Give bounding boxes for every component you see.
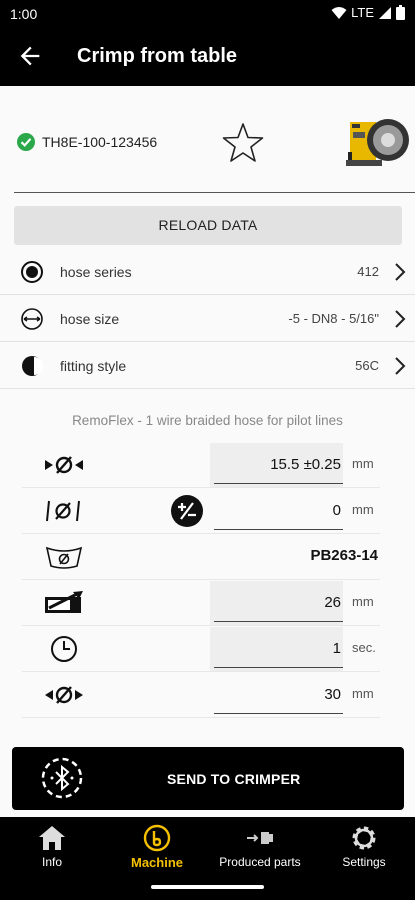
correction-value: 0: [332, 502, 341, 519]
produced-parts-icon: [247, 832, 273, 844]
nav-settings[interactable]: Settings: [332, 817, 396, 877]
send-to-crimper-button[interactable]: SEND TO CRIMPER: [12, 747, 404, 810]
reload-data-button[interactable]: RELOAD DATA: [14, 206, 402, 245]
back-arrow-icon[interactable]: [16, 42, 44, 70]
open-diameter-icon: [45, 686, 83, 704]
main-content: TH8E-100-123456 RELOAD DATA hose series …: [0, 86, 415, 817]
selector-hose-series[interactable]: hose series 412: [0, 248, 415, 295]
app-bar: Crimp from table: [0, 28, 415, 86]
insertion-depth-value: 26: [324, 594, 341, 611]
nav-machine[interactable]: Machine: [120, 817, 194, 877]
crimp-diameter-value: 15.5 ±0.25: [270, 456, 341, 473]
unit-label: mm: [352, 456, 374, 471]
selector-label: fitting style: [60, 358, 127, 374]
gesture-bar[interactable]: [151, 885, 264, 889]
bluetooth-icon: [41, 757, 83, 799]
insertion-depth-icon: [45, 591, 83, 613]
fitting-style-icon: [22, 356, 43, 376]
field-underline: [214, 713, 343, 714]
plus-minus-icon[interactable]: [171, 495, 203, 527]
header-divider: [14, 192, 415, 193]
page-title: Crimp from table: [77, 45, 238, 67]
network-label: LTE: [351, 5, 374, 20]
correction-icon: [46, 500, 80, 522]
chevron-right-icon: [395, 310, 406, 328]
param-insertion-depth: 26 mm: [22, 580, 380, 626]
selector-hose-size[interactable]: hose size -5 - DN8 - 5/16": [0, 295, 415, 342]
insertion-depth-field[interactable]: 26: [210, 581, 343, 625]
machine-icon: [143, 824, 171, 852]
device-row: TH8E-100-123456: [0, 86, 415, 194]
die-set-icon: [45, 546, 83, 569]
param-crimp-diameter: 15.5 ±0.25 mm: [22, 442, 380, 488]
nav-label: Info: [41, 855, 62, 869]
nav-label: Machine: [130, 855, 183, 870]
unit-label: mm: [352, 686, 374, 701]
selector-label: hose series: [60, 264, 132, 280]
clock-icon: [51, 636, 77, 662]
param-correction: 0 mm: [22, 488, 380, 534]
field-underline: [214, 483, 343, 484]
hose-description: RemoFlex - 1 wire braided hose for pilot…: [72, 413, 343, 428]
signal-icon: [379, 6, 391, 19]
correction-field[interactable]: 0: [210, 489, 343, 533]
battery-icon: [396, 5, 405, 20]
nav-produced-parts[interactable]: Produced parts: [212, 817, 308, 877]
device-serial: TH8E-100-123456: [42, 134, 158, 150]
chevron-right-icon: [395, 263, 406, 281]
connected-check-icon: [17, 133, 35, 151]
home-icon: [39, 826, 65, 850]
unit-label: mm: [352, 594, 374, 609]
open-diameter-value: 30: [324, 686, 341, 703]
param-time: 1 sec.: [22, 626, 380, 672]
gear-icon: [352, 826, 376, 850]
chevron-right-icon: [395, 357, 406, 375]
selector-fitting-style[interactable]: fitting style 56C: [0, 342, 415, 389]
status-time: 1:00: [10, 6, 38, 22]
status-bar: 1:00 LTE: [0, 0, 415, 28]
field-underline: [214, 529, 343, 530]
crimp-diameter-field[interactable]: 15.5 ±0.25: [210, 443, 343, 487]
hose-series-icon: [21, 261, 43, 283]
selector-value: 56C: [355, 358, 379, 373]
time-field[interactable]: 1: [210, 627, 343, 671]
hose-size-icon: [21, 308, 43, 330]
nav-info[interactable]: Info: [22, 817, 82, 877]
selector-label: hose size: [60, 311, 120, 327]
field-underline: [214, 621, 343, 622]
crimp-diameter-icon: [45, 456, 83, 474]
field-underline: [214, 667, 343, 668]
status-icons: LTE: [331, 5, 405, 20]
unit-label: sec.: [352, 640, 376, 655]
selector-value: -5 - DN8 - 5/16": [288, 311, 379, 326]
bottom-navigation: Info Machine Produced parts Settings: [0, 817, 415, 900]
open-diameter-field[interactable]: 30: [210, 673, 343, 717]
time-value: 1: [332, 640, 341, 657]
param-open-diameter: 30 mm: [22, 672, 380, 718]
wifi-icon: [331, 6, 347, 19]
param-die-set: PB263-14: [22, 534, 380, 580]
nav-label: Produced parts: [219, 855, 301, 869]
die-set-value: PB263-14: [310, 547, 378, 564]
crimper-machine-icon: [346, 119, 409, 166]
send-label: SEND TO CRIMPER: [167, 771, 301, 787]
favorite-star-icon[interactable]: [221, 121, 265, 165]
nav-label: Settings: [342, 855, 386, 869]
selector-value: 412: [357, 264, 379, 279]
unit-label: mm: [352, 502, 374, 517]
